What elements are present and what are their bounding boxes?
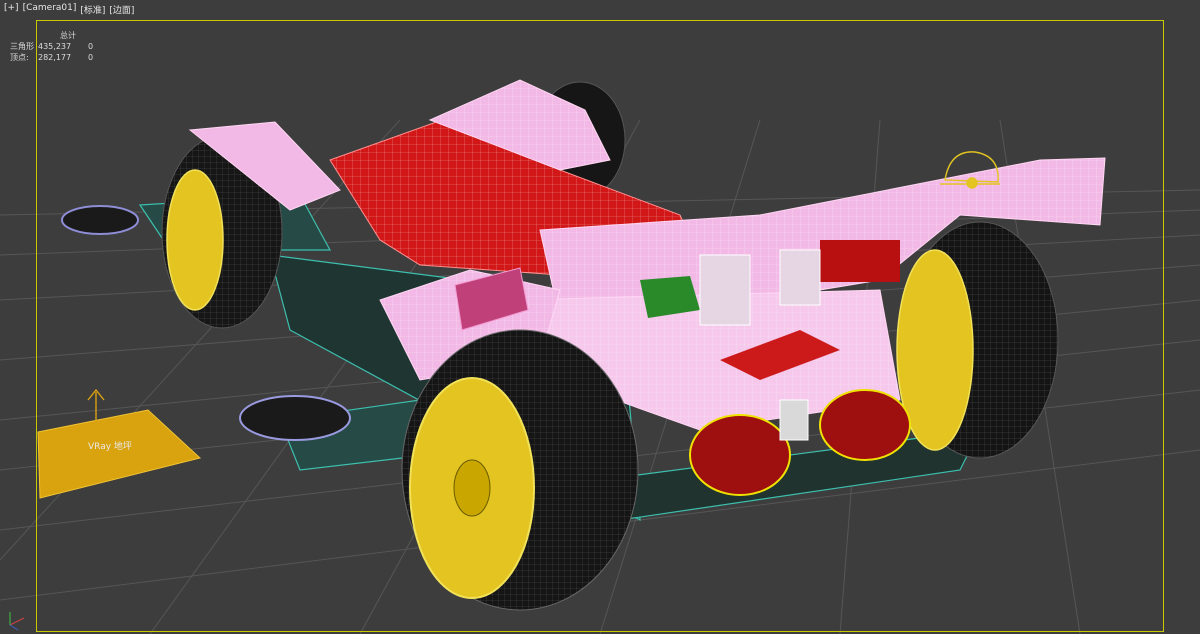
left-roller-rear[interactable] [239,395,351,441]
viewport-menu-camera[interactable]: [Camera01] [23,3,77,16]
stats-row-total: 282,177 [38,53,72,62]
stats-header: 总计 [60,31,76,40]
viewport-menu-display[interactable]: [边面] [109,3,134,16]
wheel-rear-right[interactable] [896,221,1059,459]
stats-row-selected: 0 [88,42,94,51]
stats-row-label: 三角形 [10,42,34,51]
vray-plane-label: VRay 地坪 [88,440,132,452]
left-roller-front[interactable] [61,205,139,235]
vray-plane[interactable] [37,409,202,499]
scene-render[interactable]: VRay 地坪 [0,0,1200,634]
viewport-menu-shading[interactable]: [标准] [80,3,105,16]
viewport-menu-plus[interactable]: [+] [4,3,19,16]
viewport[interactable]: VRay 地坪 [+] [Camera01] [标准] [边面] 总计 三角形 … [0,0,1200,634]
statistics-overlay: 总计 三角形 435,237 0 顶点: 282,177 0 [10,30,97,63]
stats-row-selected: 0 [88,53,94,62]
stats-row-total: 435,237 [38,42,72,51]
wheel-rear-left[interactable] [401,329,639,611]
axis-gizmo-icon [9,612,25,631]
stats-spacer [10,30,38,41]
viewport-label-menu[interactable]: [+] [Camera01] [标准] [边面] [4,3,134,16]
stats-row-label: 顶点: [10,53,29,62]
